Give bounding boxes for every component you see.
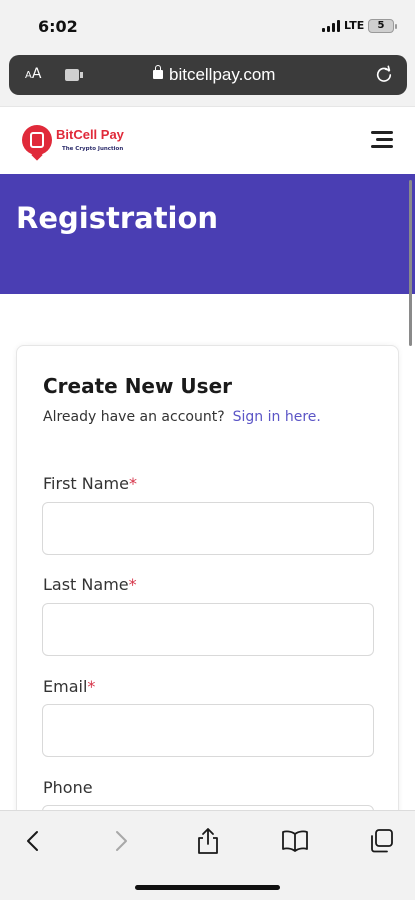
forward-icon[interactable] <box>106 826 136 856</box>
reload-icon[interactable] <box>375 65 393 83</box>
required-marker: * <box>87 677 96 696</box>
form-title: Create New User <box>43 374 233 398</box>
address-bar[interactable]: AA bitcellpay.com <box>9 55 407 95</box>
site-header: BitCell Pay The Crypto Junction <box>0 106 415 174</box>
page-title: Registration <box>16 201 219 235</box>
last-name-label: Last Name* <box>43 575 137 594</box>
logo-name: BitCell Pay <box>56 127 124 142</box>
phone-label: Phone <box>43 778 93 797</box>
url-text[interactable]: bitcellpay.com <box>169 65 275 85</box>
form-subtitle: Already have an account? Sign in here. <box>43 409 321 425</box>
bookmarks-icon[interactable] <box>280 826 310 856</box>
browser-url-area: AA bitcellpay.com <box>0 52 415 106</box>
first-name-label: First Name* <box>43 474 137 493</box>
lock-icon <box>153 65 163 79</box>
registration-card: Create New User Already have an account?… <box>16 345 399 865</box>
logo-tagline: The Crypto Junction <box>62 146 124 152</box>
account-prompt: Already have an account? <box>43 409 225 425</box>
email-input[interactable] <box>42 704 374 757</box>
network-type: LTE <box>344 19 365 32</box>
required-marker: * <box>128 575 137 594</box>
back-icon[interactable] <box>18 826 48 856</box>
required-marker: * <box>128 474 137 493</box>
battery-icon: 5 <box>368 19 397 33</box>
extension-icon[interactable] <box>65 69 83 81</box>
browser-toolbar <box>0 810 415 900</box>
share-icon[interactable] <box>193 826 223 856</box>
status-bar: 6:02 LTE 5 <box>0 0 415 52</box>
hamburger-menu-icon[interactable] <box>371 130 393 150</box>
home-indicator <box>135 885 280 890</box>
reader-settings-button[interactable]: AA <box>25 66 41 82</box>
hero-banner: Registration <box>0 174 415 294</box>
tabs-icon[interactable] <box>367 826 397 856</box>
cell-signal-icon <box>322 20 342 32</box>
bitcellpay-logo[interactable]: BitCell Pay The Crypto Junction <box>22 125 152 161</box>
page-scrollbar[interactable] <box>409 180 412 346</box>
logo-mark-icon <box>22 125 52 155</box>
status-time: 6:02 <box>38 17 78 36</box>
last-name-input[interactable] <box>42 603 374 656</box>
sign-in-link[interactable]: Sign in here. <box>233 409 321 425</box>
email-label: Email* <box>43 677 96 696</box>
first-name-input[interactable] <box>42 502 374 555</box>
